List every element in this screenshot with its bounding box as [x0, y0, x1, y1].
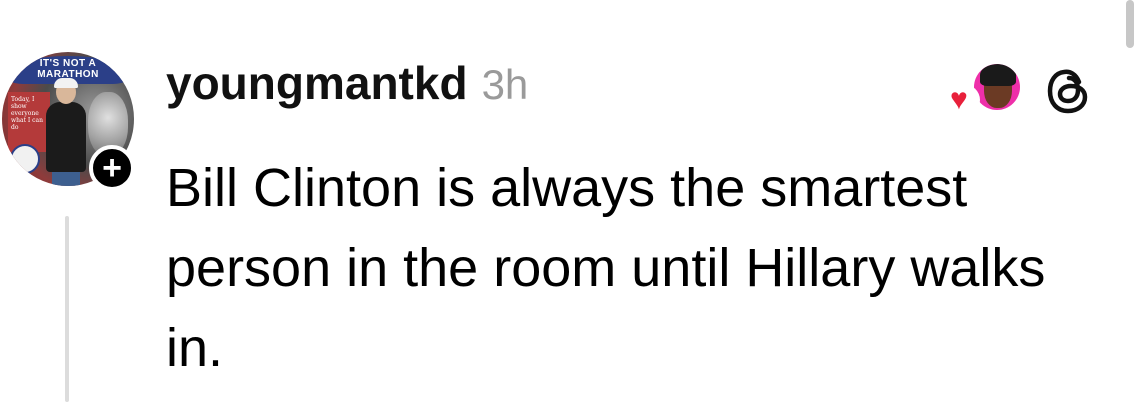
avatar-banner-text: IT'S NOT A MARATHON — [37, 58, 99, 80]
avatar-person-body — [46, 102, 86, 172]
avatar-poster: Today, I show everyone what I can do — [8, 92, 50, 152]
threads-logo-svg — [1047, 69, 1088, 114]
avatar-poster-text: Today, I show everyone what I can do — [11, 96, 43, 131]
liker-avatar — [974, 64, 1020, 110]
post-timestamp: 3h — [481, 61, 529, 108]
author-avatar-container[interactable]: IT'S NOT A MARATHON Today, I show everyo… — [2, 52, 135, 191]
post-body-text: Bill Clinton is always the smartest pers… — [166, 158, 1046, 378]
thread-connector-line — [65, 216, 69, 402]
liker-avatar-hair — [980, 64, 1016, 86]
post-username[interactable]: youngmantkd — [166, 56, 468, 110]
avatar-seal — [10, 144, 40, 174]
post-header: youngmantkd 3h — [166, 56, 528, 120]
follow-plus-button[interactable]: + — [89, 145, 135, 191]
scrollbar-thumb[interactable] — [1126, 0, 1134, 48]
threads-logo-icon[interactable] — [1046, 66, 1092, 116]
heart-icon: ♥ — [950, 83, 968, 116]
liked-by-avatars[interactable]: ♥ — [944, 64, 1024, 116]
avatar-person-cap — [54, 78, 78, 88]
plus-icon: + — [102, 149, 122, 187]
